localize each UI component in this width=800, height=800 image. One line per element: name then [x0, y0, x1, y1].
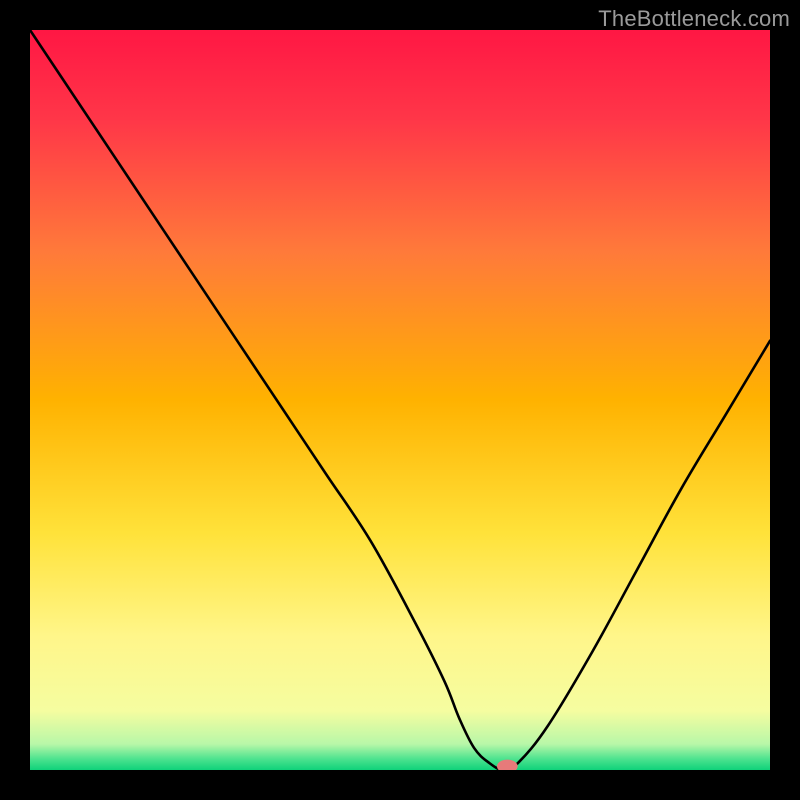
chart-plot-area — [30, 30, 770, 770]
watermark-text: TheBottleneck.com — [598, 6, 790, 32]
gradient-background — [30, 30, 770, 770]
bottleneck-chart-svg — [30, 30, 770, 770]
chart-frame: TheBottleneck.com — [0, 0, 800, 800]
